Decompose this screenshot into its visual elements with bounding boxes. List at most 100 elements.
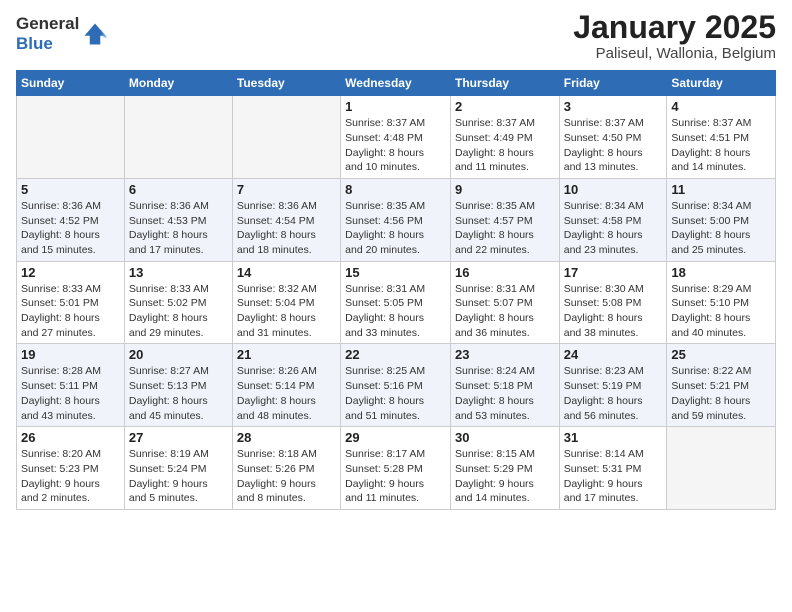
calendar-day-cell: 8 Sunrise: 8:35 AMSunset: 4:56 PMDaylight… [341,178,451,261]
calendar-day-cell: 28 Sunrise: 8:18 AMSunset: 5:26 PMDayligh… [232,427,340,510]
calendar-day-cell: 16Sunrise: 8:31 AMSunset: 5:07 PMDayligh… [450,261,559,344]
day-info: Sunrise: 8:34 AMSunset: 4:58 PMDaylight:… [564,199,663,258]
day-info: Sunrise: 8:23 AMSunset: 5:19 PMDaylight:… [564,364,663,423]
calendar-day-cell: 9Sunrise: 8:35 AMSunset: 4:57 PMDaylight… [450,178,559,261]
day-info: Sunrise: 8:26 AMSunset: 5:14 PMDaylight:… [237,364,336,423]
weekday-header-thursday: Thursday [450,71,559,96]
calendar-day-cell: 11Sunrise: 8:34 AMSunset: 5:00 PMDayligh… [667,178,776,261]
day-number: 12 [21,265,120,280]
calendar-day-cell: 19Sunrise: 8:28 AMSunset: 5:11 PMDayligh… [17,344,125,427]
calendar-week-row: 1 Sunrise: 8:37 AMSunset: 4:48 PMDaylight… [17,96,776,179]
logo-general: General [16,14,79,34]
calendar-day-cell: 15 Sunrise: 8:31 AMSunset: 5:05 PMDayligh… [341,261,451,344]
day-number: 24 [564,347,663,362]
logo: General Blue [16,14,109,53]
calendar-day-cell: 10 Sunrise: 8:34 AMSunset: 4:58 PMDayligh… [559,178,667,261]
calendar-week-row: 12 Sunrise: 8:33 AMSunset: 5:01 PMDayligh… [17,261,776,344]
day-number: 4 [671,99,771,114]
day-number: 9 [455,182,555,197]
day-number: 23 [455,347,555,362]
calendar-day-cell: 18 Sunrise: 8:29 AMSunset: 5:10 PMDayligh… [667,261,776,344]
day-info: Sunrise: 8:18 AMSunset: 5:26 PMDaylight:… [237,447,336,506]
day-info: Sunrise: 8:25 AMSunset: 5:16 PMDaylight:… [345,364,446,423]
day-info: Sunrise: 8:31 AMSunset: 5:07 PMDaylight:… [455,282,555,341]
day-info: Sunrise: 8:29 AMSunset: 5:10 PMDaylight:… [671,282,771,341]
day-number: 28 [237,430,336,445]
day-info: Sunrise: 8:24 AMSunset: 5:18 PMDaylight:… [455,364,555,423]
calendar-day-cell [124,96,232,179]
logo-blue: Blue [16,34,79,54]
calendar-title: January 2025 [573,10,776,45]
calendar-day-cell [232,96,340,179]
logo-icon [81,20,109,48]
day-info: Sunrise: 8:36 AMSunset: 4:53 PMDaylight:… [129,199,228,258]
day-number: 30 [455,430,555,445]
calendar-day-cell: 27Sunrise: 8:19 AMSunset: 5:24 PMDayligh… [124,427,232,510]
day-number: 15 [345,265,446,280]
day-number: 13 [129,265,228,280]
day-number: 1 [345,99,446,114]
calendar-day-cell: 23 Sunrise: 8:24 AMSunset: 5:18 PMDayligh… [450,344,559,427]
day-info: Sunrise: 8:33 AMSunset: 5:01 PMDaylight:… [21,282,120,341]
calendar-subtitle: Paliseul, Wallonia, Belgium [573,45,776,62]
weekday-header-row: SundayMondayTuesdayWednesdayThursdayFrid… [17,71,776,96]
day-number: 10 [564,182,663,197]
calendar-day-cell: 26 Sunrise: 8:20 AMSunset: 5:23 PMDayligh… [17,427,125,510]
calendar-day-cell: 5Sunrise: 8:36 AMSunset: 4:52 PMDaylight… [17,178,125,261]
title-block: January 2025 Paliseul, Wallonia, Belgium [573,10,776,62]
calendar-day-cell [17,96,125,179]
header: General Blue January 2025 Paliseul, Wall… [16,10,776,62]
calendar-day-cell: 21 Sunrise: 8:26 AMSunset: 5:14 PMDayligh… [232,344,340,427]
day-info: Sunrise: 8:37 AMSunset: 4:48 PMDaylight:… [345,116,446,175]
day-info: Sunrise: 8:14 AMSunset: 5:31 PMDaylight:… [564,447,663,506]
day-number: 31 [564,430,663,445]
calendar-day-cell: 31 Sunrise: 8:14 AMSunset: 5:31 PMDayligh… [559,427,667,510]
weekday-header-friday: Friday [559,71,667,96]
calendar-day-cell: 3Sunrise: 8:37 AMSunset: 4:50 PMDaylight… [559,96,667,179]
day-info: Sunrise: 8:34 AMSunset: 5:00 PMDaylight:… [671,199,771,258]
weekday-header-monday: Monday [124,71,232,96]
calendar-day-cell: 22 Sunrise: 8:25 AMSunset: 5:16 PMDayligh… [341,344,451,427]
calendar-day-cell: 1 Sunrise: 8:37 AMSunset: 4:48 PMDaylight… [341,96,451,179]
day-number: 2 [455,99,555,114]
calendar-day-cell: 17 Sunrise: 8:30 AMSunset: 5:08 PMDayligh… [559,261,667,344]
calendar-table: SundayMondayTuesdayWednesdayThursdayFrid… [16,70,776,510]
day-info: Sunrise: 8:32 AMSunset: 5:04 PMDaylight:… [237,282,336,341]
day-info: Sunrise: 8:37 AMSunset: 4:51 PMDaylight:… [671,116,771,175]
calendar-week-row: 5Sunrise: 8:36 AMSunset: 4:52 PMDaylight… [17,178,776,261]
calendar-day-cell: 14Sunrise: 8:32 AMSunset: 5:04 PMDayligh… [232,261,340,344]
day-number: 27 [129,430,228,445]
calendar-day-cell: 2 Sunrise: 8:37 AMSunset: 4:49 PMDaylight… [450,96,559,179]
day-info: Sunrise: 8:22 AMSunset: 5:21 PMDaylight:… [671,364,771,423]
day-info: Sunrise: 8:37 AMSunset: 4:50 PMDaylight:… [564,116,663,175]
day-number: 29 [345,430,446,445]
calendar-day-cell: 6 Sunrise: 8:36 AMSunset: 4:53 PMDaylight… [124,178,232,261]
day-info: Sunrise: 8:36 AMSunset: 4:54 PMDaylight:… [237,199,336,258]
day-number: 20 [129,347,228,362]
calendar-day-cell: 20Sunrise: 8:27 AMSunset: 5:13 PMDayligh… [124,344,232,427]
day-number: 26 [21,430,120,445]
calendar-day-cell: 7 Sunrise: 8:36 AMSunset: 4:54 PMDaylight… [232,178,340,261]
calendar-day-cell: 13Sunrise: 8:33 AMSunset: 5:02 PMDayligh… [124,261,232,344]
calendar-day-cell: 25Sunrise: 8:22 AMSunset: 5:21 PMDayligh… [667,344,776,427]
day-number: 22 [345,347,446,362]
day-number: 6 [129,182,228,197]
calendar-week-row: 26 Sunrise: 8:20 AMSunset: 5:23 PMDayligh… [17,427,776,510]
day-info: Sunrise: 8:37 AMSunset: 4:49 PMDaylight:… [455,116,555,175]
weekday-header-wednesday: Wednesday [341,71,451,96]
calendar-day-cell: 12 Sunrise: 8:33 AMSunset: 5:01 PMDayligh… [17,261,125,344]
day-number: 7 [237,182,336,197]
day-number: 17 [564,265,663,280]
day-info: Sunrise: 8:30 AMSunset: 5:08 PMDaylight:… [564,282,663,341]
calendar-day-cell [667,427,776,510]
day-info: Sunrise: 8:20 AMSunset: 5:23 PMDaylight:… [21,447,120,506]
day-number: 21 [237,347,336,362]
day-info: Sunrise: 8:31 AMSunset: 5:05 PMDaylight:… [345,282,446,341]
calendar-day-cell: 30 Sunrise: 8:15 AMSunset: 5:29 PMDayligh… [450,427,559,510]
day-info: Sunrise: 8:15 AMSunset: 5:29 PMDaylight:… [455,447,555,506]
day-number: 5 [21,182,120,197]
day-number: 18 [671,265,771,280]
day-info: Sunrise: 8:28 AMSunset: 5:11 PMDaylight:… [21,364,120,423]
day-number: 8 [345,182,446,197]
day-info: Sunrise: 8:35 AMSunset: 4:56 PMDaylight:… [345,199,446,258]
